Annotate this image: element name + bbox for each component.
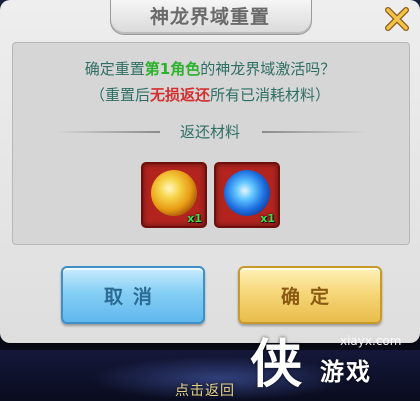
- close-button[interactable]: [382, 4, 412, 34]
- reset-dialog: 神龙界域重置 确定重置第1角色的神龙界域激活吗？ （重置后无损返还所有已消耗材料…: [0, 0, 420, 343]
- note-highlight: 无损返还: [149, 86, 210, 104]
- reward-item-slot[interactable]: x1: [141, 162, 207, 228]
- question-highlight: 第1角色: [144, 60, 201, 78]
- confirm-button[interactable]: 确定: [238, 266, 382, 324]
- gold-orb-icon: [151, 170, 197, 216]
- cancel-button[interactable]: 取消: [61, 266, 205, 324]
- watermark-logo-char: 侠: [250, 334, 303, 395]
- section-title: 返还材料: [179, 123, 240, 141]
- refund-note: （重置后无损返还所有已消耗材料）: [12, 84, 408, 105]
- item-quantity: x1: [260, 212, 275, 225]
- blue-orb-icon: [224, 170, 270, 216]
- close-icon: [385, 7, 409, 31]
- question-suffix: 的神龙界域激活吗？: [200, 60, 336, 78]
- item-quantity: x1: [187, 212, 202, 225]
- dialog-title: 神龙界域重置: [149, 6, 270, 28]
- return-button-label[interactable]: 点击返回: [175, 380, 235, 400]
- watermark-site: xiayx.com: [340, 334, 402, 348]
- note-prefix: （重置后: [89, 86, 150, 104]
- watermark-name: 游戏: [320, 358, 372, 386]
- note-suffix: 所有已消耗材料）: [210, 86, 331, 104]
- divider-right: [262, 131, 367, 133]
- reward-item-slot[interactable]: x1: [214, 162, 280, 228]
- question-prefix: 确定重置: [84, 60, 145, 78]
- confirm-question: 确定重置第1角色的神龙界域激活吗？: [12, 58, 408, 79]
- divider-left: [55, 131, 160, 133]
